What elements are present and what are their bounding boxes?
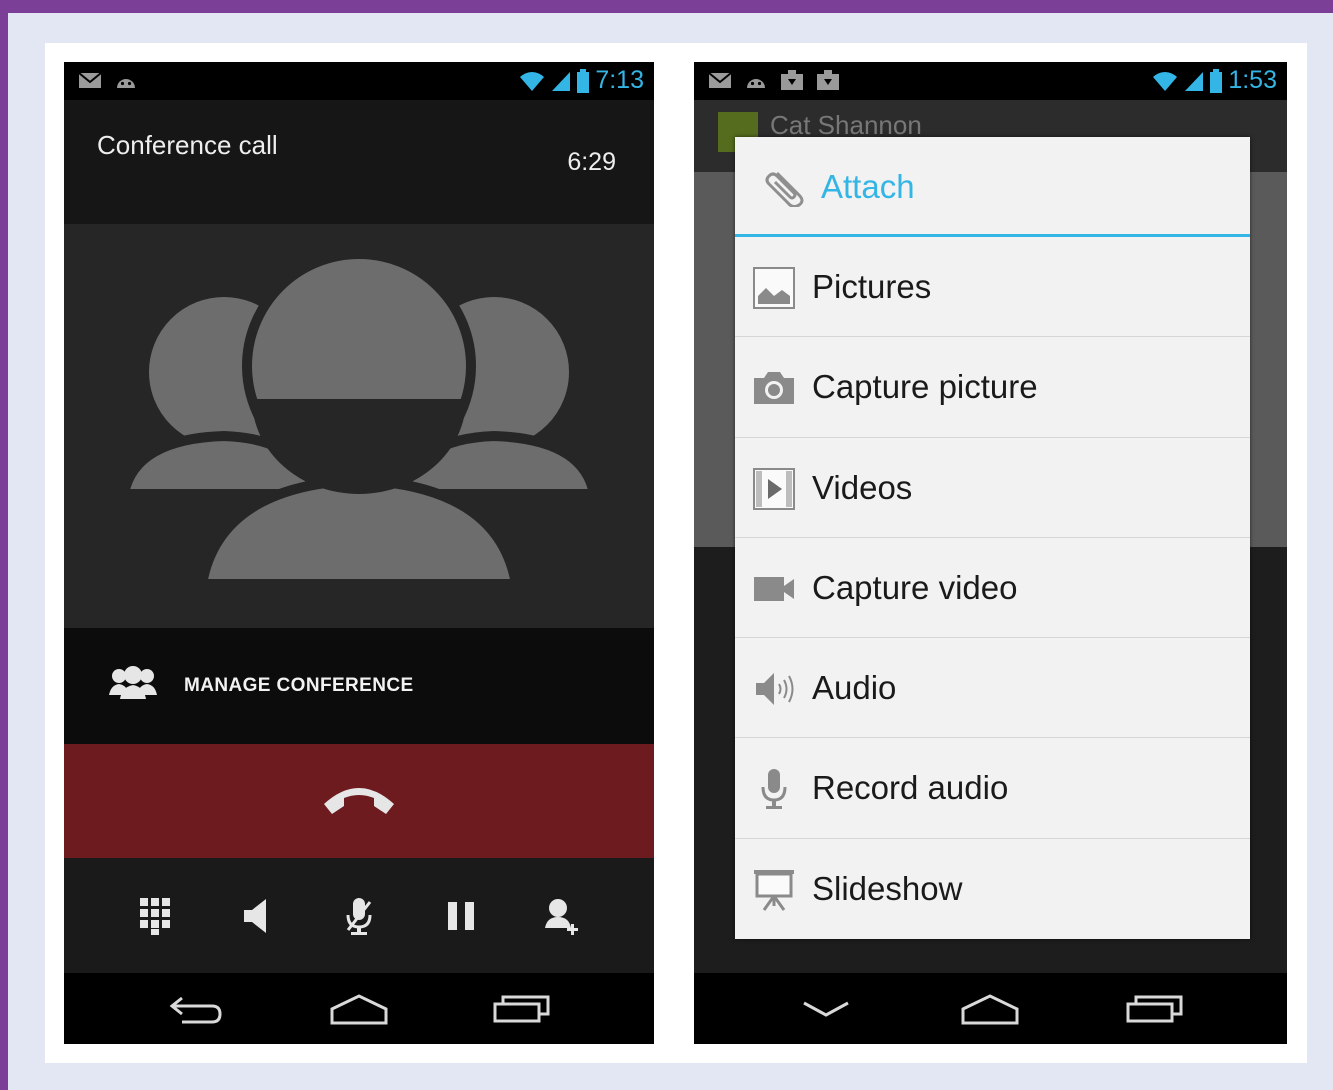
call-header: Conference call 6:29 xyxy=(64,100,654,224)
mute-mic-icon xyxy=(346,897,372,935)
microphone-icon xyxy=(761,769,787,810)
back-button[interactable] xyxy=(161,987,231,1031)
call-elapsed-time: 6:29 xyxy=(567,148,616,176)
video-file-icon xyxy=(753,467,795,510)
menu-item-capture-picture[interactable]: Capture picture xyxy=(735,337,1250,438)
wifi-icon xyxy=(1153,71,1178,91)
signal-icon xyxy=(552,71,571,91)
paperclip-icon xyxy=(765,171,804,207)
home-button[interactable] xyxy=(955,987,1025,1031)
status-bar: 1:53 xyxy=(694,62,1287,100)
back-icon xyxy=(169,996,222,1023)
android-notification-icon xyxy=(117,79,135,88)
add-call-icon xyxy=(545,898,578,935)
menu-item-label: Audio xyxy=(812,669,897,707)
camera-icon xyxy=(754,372,794,405)
frame-left-border xyxy=(0,0,8,1090)
menu-item-record-audio[interactable]: Record audio xyxy=(735,738,1250,839)
audio-icon xyxy=(756,673,794,706)
in-call-controls xyxy=(64,858,654,973)
hide-keyboard-button[interactable] xyxy=(791,987,861,1031)
battery-icon xyxy=(577,68,590,93)
menu-item-slideshow[interactable]: Slideshow xyxy=(735,839,1250,939)
menu-item-label: Slideshow xyxy=(812,869,963,907)
conference-photo-area xyxy=(64,224,654,628)
dialpad-button[interactable] xyxy=(130,891,180,941)
end-call-icon xyxy=(324,788,394,814)
add-call-button[interactable] xyxy=(538,891,588,941)
speaker-button[interactable] xyxy=(232,891,282,941)
manage-conference-label: MANAGE CONFERENCE xyxy=(184,675,414,696)
gmail-notification-icon xyxy=(78,72,102,88)
phone-conference-call: 7:13 Conference call 6:29 MANAGE CONFERE… xyxy=(64,62,654,1044)
conference-group-icon xyxy=(118,249,600,589)
attach-dialog: Attach Pictures Capture picture Videos C… xyxy=(735,137,1250,939)
attach-options-list: Pictures Capture picture Videos Capture … xyxy=(735,237,1250,939)
call-title: Conference call xyxy=(97,130,278,160)
menu-item-label: Capture video xyxy=(812,568,1018,606)
menu-item-label: Pictures xyxy=(812,268,932,305)
frame-top-border xyxy=(0,0,1333,13)
gmail-notification-icon xyxy=(708,72,732,88)
download-notification-icon xyxy=(781,70,803,90)
android-notification-icon xyxy=(747,79,765,88)
attach-dialog-header: Attach xyxy=(735,137,1250,237)
recent-apps-button[interactable] xyxy=(487,987,557,1031)
menu-item-label: Videos xyxy=(812,468,913,506)
status-time: 1:53 xyxy=(1228,66,1277,94)
menu-item-audio[interactable]: Audio xyxy=(735,638,1250,739)
manage-conference-button[interactable]: MANAGE CONFERENCE xyxy=(64,628,654,744)
battery-icon xyxy=(1210,68,1223,93)
status-time: 7:13 xyxy=(595,66,644,94)
recent-apps-button[interactable] xyxy=(1120,987,1190,1031)
menu-item-pictures[interactable]: Pictures xyxy=(735,237,1250,338)
hold-icon xyxy=(448,901,474,930)
signal-icon xyxy=(1185,71,1204,91)
menu-item-label: Capture picture xyxy=(812,368,1038,406)
home-icon xyxy=(330,993,388,1024)
recent-apps-icon xyxy=(1126,995,1183,1022)
status-bar: 7:13 xyxy=(64,62,654,100)
home-button[interactable] xyxy=(324,987,394,1031)
slideshow-icon xyxy=(754,869,794,911)
attach-dialog-title: Attach xyxy=(821,168,915,205)
hide-keyboard-icon xyxy=(803,1001,849,1017)
menu-item-capture-video[interactable]: Capture video xyxy=(735,538,1250,639)
home-icon xyxy=(961,993,1019,1024)
dialpad-icon xyxy=(140,897,170,935)
phone-attach-menu: 1:53 Cat Shannon Attach Pictures Capture… xyxy=(694,62,1287,1044)
speaker-icon xyxy=(244,898,266,933)
end-call-button[interactable] xyxy=(64,744,654,858)
navigation-bar xyxy=(694,973,1287,1044)
download-notification-icon xyxy=(817,70,839,90)
hold-button[interactable] xyxy=(436,891,486,941)
mute-button[interactable] xyxy=(334,891,384,941)
manage-conference-icon xyxy=(109,666,157,699)
wifi-icon xyxy=(520,71,545,91)
video-camera-icon xyxy=(754,576,794,601)
navigation-bar xyxy=(64,973,654,1044)
recent-apps-icon xyxy=(493,995,550,1022)
picture-icon xyxy=(753,267,795,309)
menu-item-videos[interactable]: Videos xyxy=(735,438,1250,538)
menu-item-label: Record audio xyxy=(812,769,1009,807)
